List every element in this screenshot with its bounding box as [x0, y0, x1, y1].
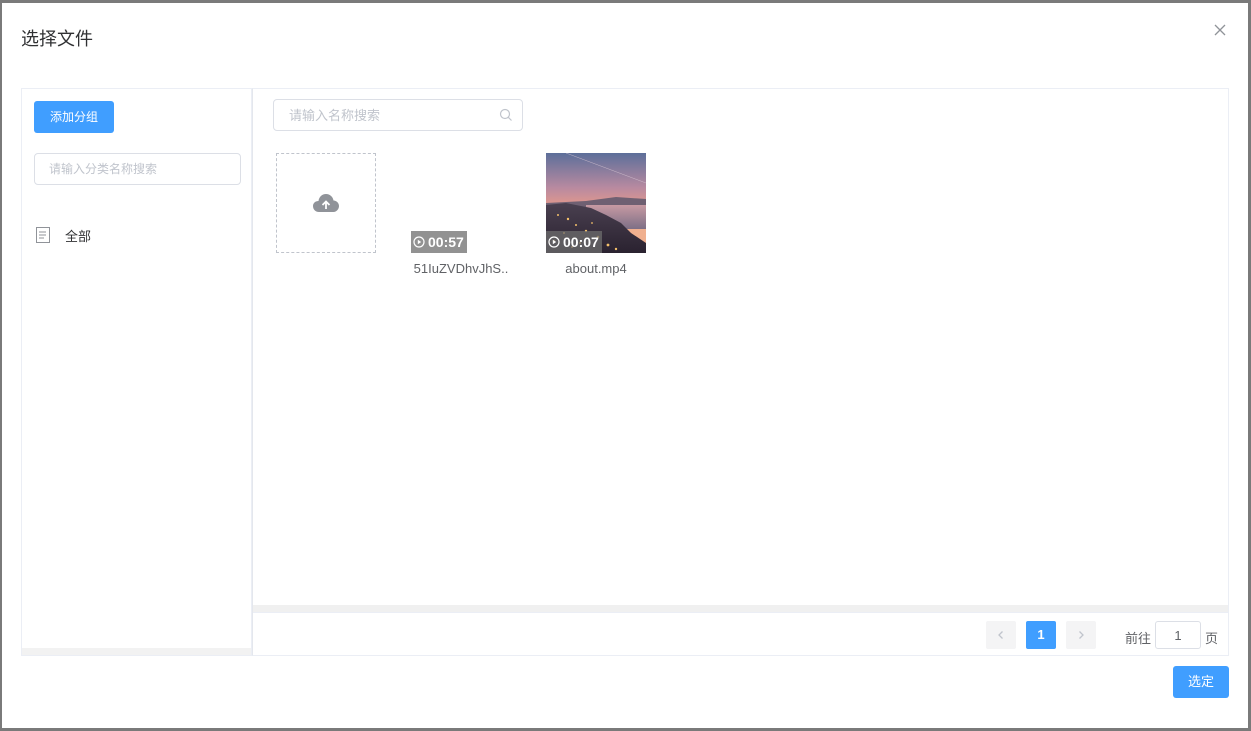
- goto-label: 前往: [1125, 631, 1152, 646]
- next-page-button[interactable]: [1066, 621, 1096, 649]
- file-search-input[interactable]: [273, 99, 523, 131]
- pagination: 1 前往 页: [253, 612, 1228, 657]
- cloud-upload-icon: [313, 194, 339, 212]
- duration-text: 00:57: [428, 234, 464, 250]
- horizontal-scrollbar[interactable]: [22, 648, 251, 655]
- category-label: 全部: [65, 228, 92, 244]
- file-name: 51IuZVDhvJhS..: [413, 261, 509, 276]
- dialog-title: 选择文件: [21, 29, 93, 49]
- search-icon[interactable]: [499, 108, 513, 122]
- horizontal-scrollbar[interactable]: [253, 605, 1228, 612]
- chevron-right-icon: [1079, 631, 1084, 639]
- page-unit-label: 页: [1205, 631, 1219, 646]
- file-thumbnail: 00:07: [546, 153, 646, 253]
- category-search-input[interactable]: [34, 153, 241, 185]
- play-circle-icon: [548, 236, 560, 248]
- chevron-left-icon: [998, 631, 1003, 639]
- add-group-button[interactable]: 添加分组: [34, 101, 114, 133]
- confirm-button[interactable]: 选定: [1173, 666, 1229, 698]
- category-item-all[interactable]: 全部: [36, 225, 91, 245]
- upload-button[interactable]: [276, 153, 376, 253]
- duration-text: 00:07: [563, 234, 599, 250]
- file-item[interactable]: 00:07 about.mp4: [546, 153, 646, 276]
- file-panel: 00:57 51IuZVDhvJhS..: [252, 88, 1229, 656]
- file-item[interactable]: 00:57 51IuZVDhvJhS..: [411, 153, 511, 276]
- category-panel: 添加分组 全部: [21, 88, 252, 656]
- duration-badge: 00:07: [546, 231, 602, 253]
- document-icon: [36, 227, 50, 243]
- goto-page-input[interactable]: [1155, 621, 1201, 649]
- close-icon[interactable]: [1212, 22, 1228, 38]
- file-thumbnail: 00:57: [411, 153, 511, 253]
- file-select-dialog: 选择文件 添加分组 全部: [2, 3, 1248, 728]
- play-circle-icon: [413, 236, 425, 248]
- file-search: [273, 99, 523, 131]
- page-number-current[interactable]: 1: [1026, 621, 1056, 649]
- file-name: about.mp4: [565, 261, 627, 276]
- duration-badge: 00:57: [411, 231, 467, 253]
- prev-page-button[interactable]: [986, 621, 1016, 649]
